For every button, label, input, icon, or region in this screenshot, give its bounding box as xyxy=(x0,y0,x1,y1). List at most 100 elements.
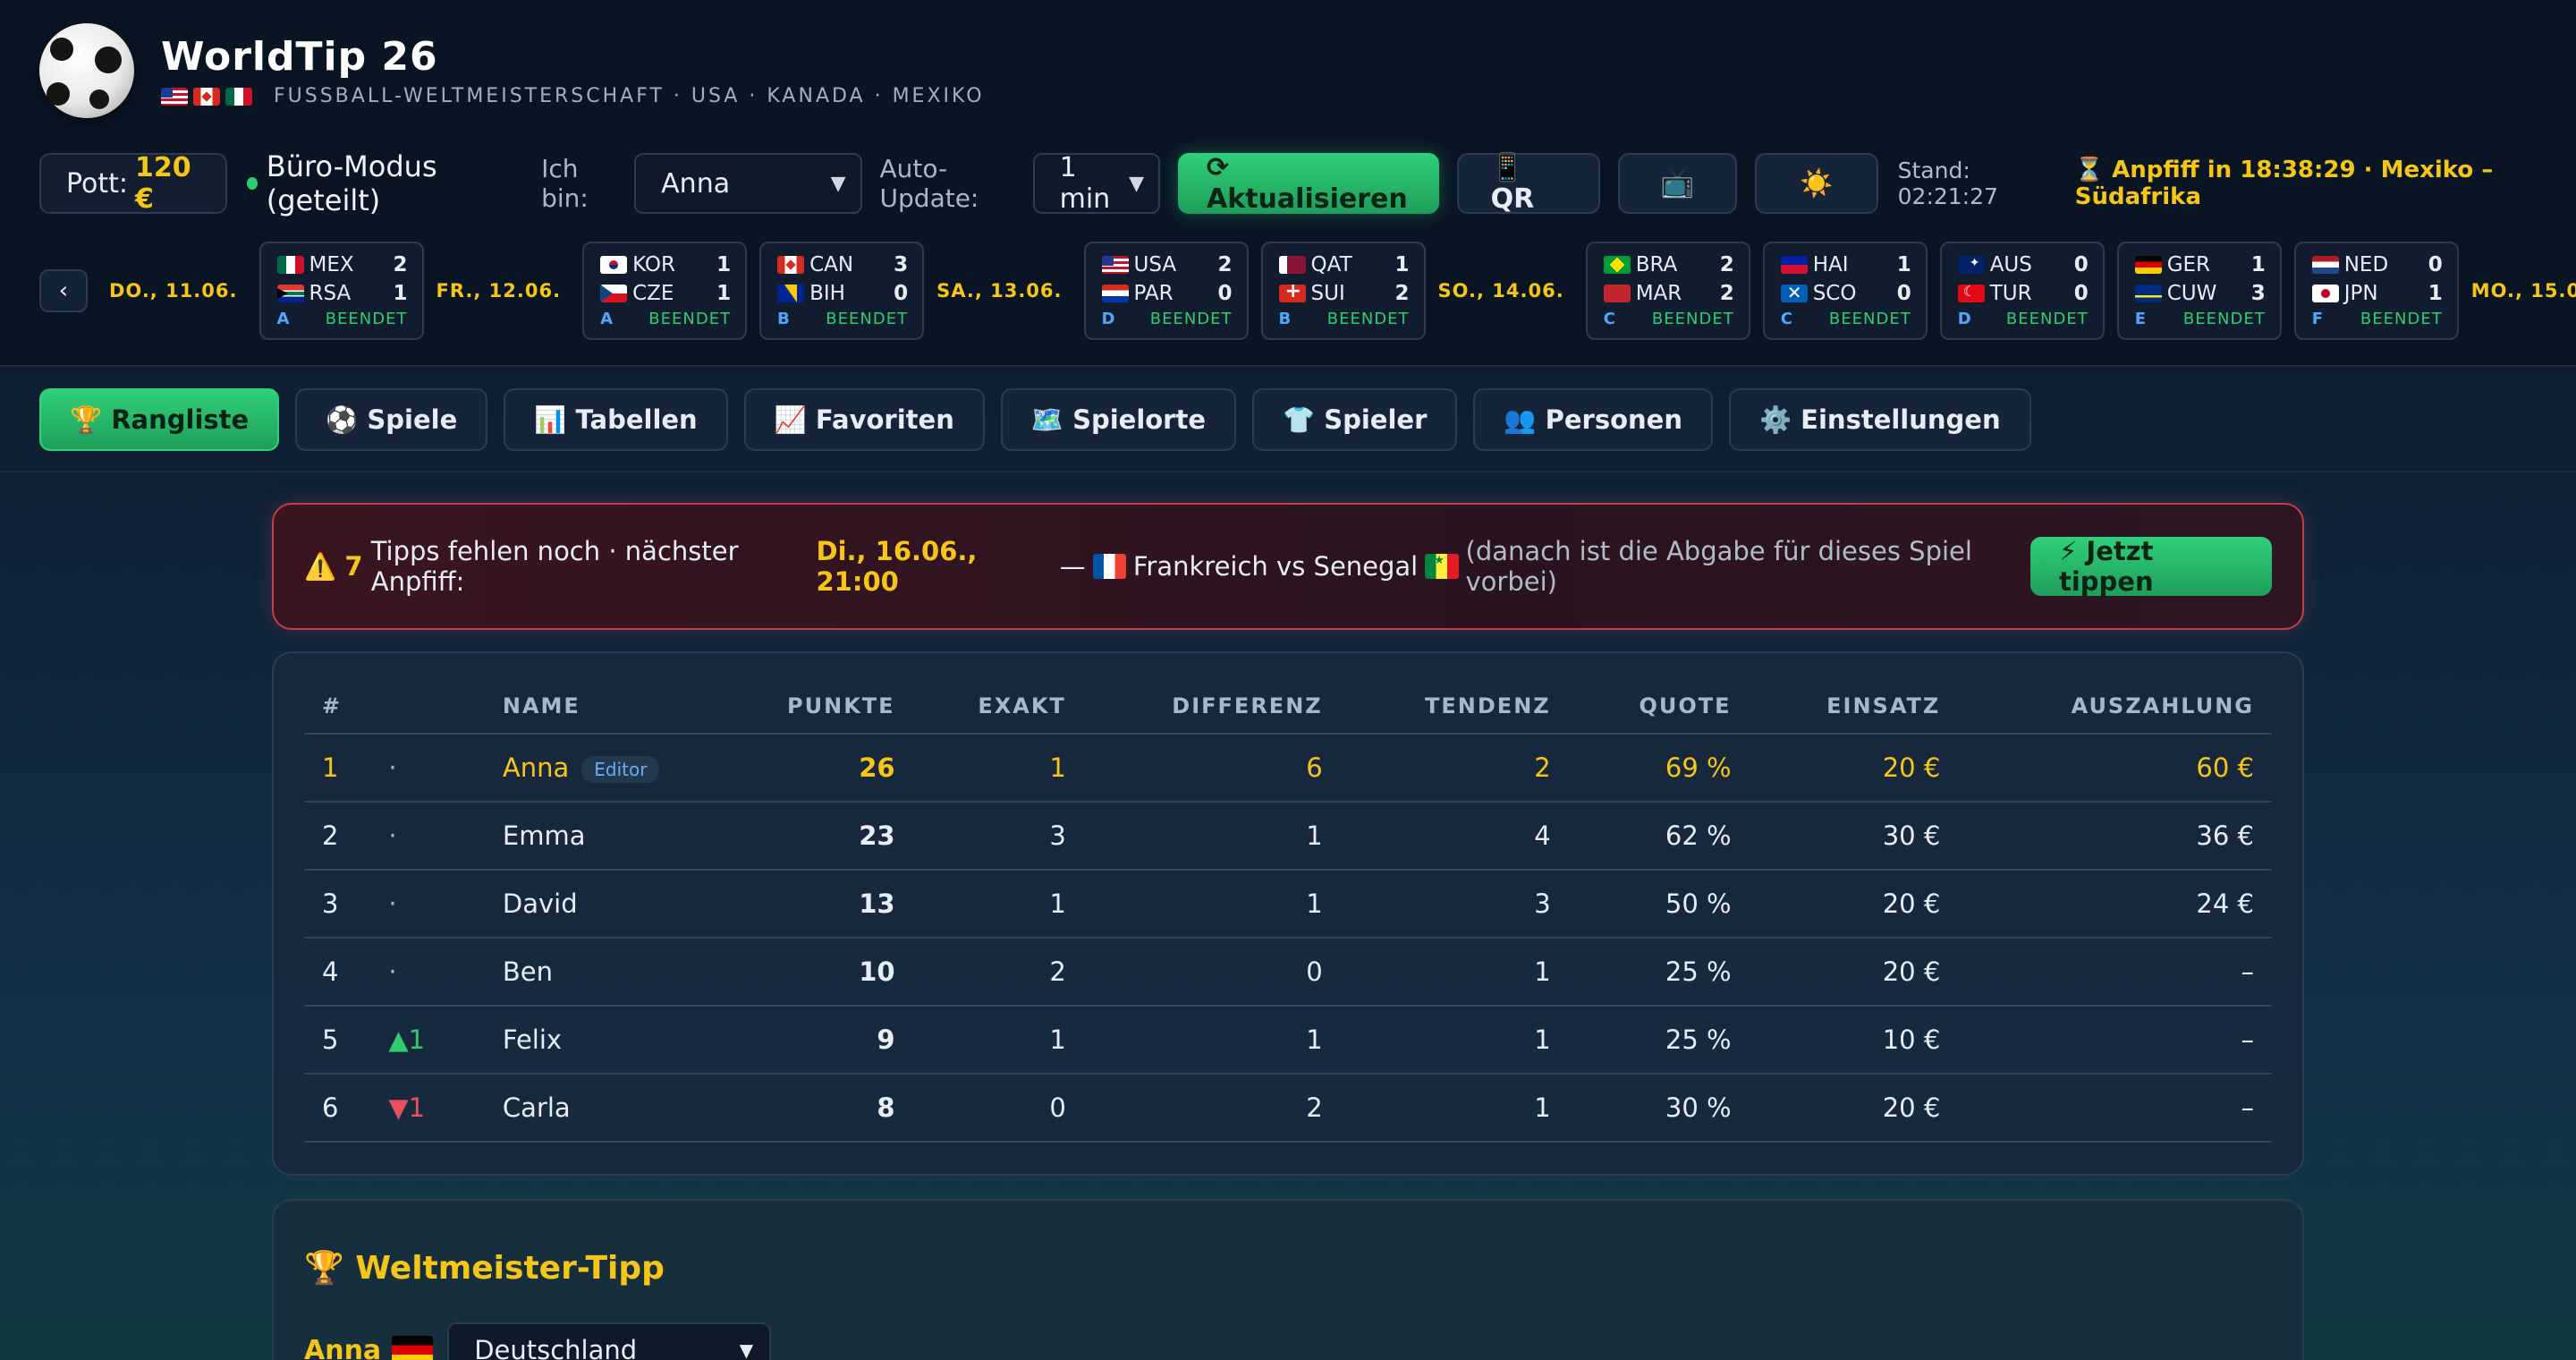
theme-toggle-button[interactable]: ☀️ xyxy=(1755,153,1878,214)
team-code: CAN xyxy=(809,253,854,276)
ticker-day-label: MO., 15.06. xyxy=(2470,280,2576,302)
tab-personen[interactable]: 👥 Personen xyxy=(1473,388,1713,451)
column-header: NAME xyxy=(484,678,760,735)
team-code: TUR xyxy=(1989,282,2032,305)
team-code: BIH xyxy=(809,282,845,305)
champion-tip-user: Anna xyxy=(304,1334,382,1360)
team-code: MEX xyxy=(309,253,354,276)
team-score: 2 xyxy=(1719,253,1734,276)
cell-quote: 50 % xyxy=(1568,870,1750,939)
table-row[interactable]: 4 · Ben 10 2 0 1 25 % 20 € – xyxy=(304,938,2272,1007)
cell-trend: · xyxy=(370,734,485,803)
us-flag-icon xyxy=(161,87,188,106)
main-tabs: 🏆 Rangliste ⚽ Spiele 📊 Tabellen 📈 Favoriten… xyxy=(39,388,2047,451)
tab-spielorte[interactable]: 🗺️ Spielorte xyxy=(1000,388,1237,451)
next-kickoff-time: Di., 16.06., 21:00 xyxy=(816,536,978,597)
ticker-day-label: SA., 13.06. xyxy=(936,280,1063,302)
table-row[interactable]: 2 · Emma 23 3 1 4 62 % 30 €36 € xyxy=(304,802,2272,871)
user-select[interactable]: Anna ▼ xyxy=(634,153,862,214)
cell-rank: 5 xyxy=(304,1006,371,1075)
tab-spiele[interactable]: ⚽ Spiele xyxy=(295,388,488,451)
table-row[interactable]: 6 ▼1 Carla 8 0 2 1 30 % 20 € – xyxy=(304,1074,2272,1143)
cell-trend: · xyxy=(370,802,485,871)
ticker-match-card[interactable]: QAT 1 SUI 2 B BEENDET xyxy=(1260,242,1426,340)
cell-auszahlung: – xyxy=(1958,1074,2272,1143)
champion-select[interactable]: Deutschland ▼ xyxy=(447,1322,772,1360)
cell-einsatz: 30 € xyxy=(1749,802,1959,871)
team-flag-icon xyxy=(1603,285,1631,302)
match-group: F xyxy=(2311,310,2323,328)
tab-favoriten[interactable]: 📈 Favoriten xyxy=(743,388,985,451)
ticker-match-card[interactable]: USA 2 PAR 0 D BEENDET xyxy=(1083,242,1249,340)
ticker-match-card[interactable]: AUS 0 TUR 0 D BEENDET xyxy=(1939,242,2105,340)
team-flag-icon xyxy=(600,285,628,302)
table-row[interactable]: 3 · David 13 1 1 3 50 % 20 €24 € xyxy=(304,870,2272,939)
match-status: BEENDET xyxy=(648,310,732,328)
team-code: KOR xyxy=(632,253,675,276)
cell-rank: 4 xyxy=(304,938,371,1007)
ich-bin-label: Ich bin: xyxy=(541,154,589,213)
next-away-team: Senegal xyxy=(1313,551,1419,582)
champion-tip-card: 🏆 Weltmeister-Tipp Anna Deutschland ▼ xyxy=(272,1199,2304,1360)
table-row[interactable]: 5 ▲1 Felix 9 1 1 1 25 % 10 € – xyxy=(304,1006,2272,1075)
ticker-prev-button[interactable]: ‹ xyxy=(39,269,88,312)
team-score: 1 xyxy=(2428,282,2443,305)
cell-auszahlung: – xyxy=(1958,1006,2272,1075)
cell-exakt: 0 xyxy=(912,1074,1084,1143)
match-group: C xyxy=(1780,310,1792,328)
match-group: B xyxy=(777,310,790,328)
match-status: BEENDET xyxy=(2360,310,2443,328)
tab-einstellungen[interactable]: ⚙️ Einstellungen xyxy=(1728,388,2031,451)
tab-rangliste[interactable]: 🏆 Rangliste xyxy=(39,388,280,451)
column-header: QUOTE xyxy=(1568,678,1750,735)
ticker-match-card[interactable]: CAN 3 BIH 0 B BEENDET xyxy=(759,242,925,340)
ticker-match-card[interactable]: NED 0 JPN 1 F BEENDET xyxy=(2293,242,2459,340)
leaderboard-card: # NAME PUNKTE EXAKT DIFFERENZ TENDENZ QUOTE EIN… xyxy=(272,651,2304,1176)
ticker-match-card[interactable]: GER 1 CUW 3 E BEENDET xyxy=(2116,242,2282,340)
online-status-icon xyxy=(246,177,258,190)
cell-differenz: 1 xyxy=(1083,802,1341,871)
match-status: BEENDET xyxy=(2005,310,2089,328)
team-flag-icon xyxy=(1278,256,1306,274)
app-title: WorldTip 26 xyxy=(161,34,438,80)
refresh-button[interactable]: ⟳ Aktualisieren xyxy=(1178,152,1439,215)
team-code: BRA xyxy=(1635,253,1678,276)
table-row[interactable]: 1 · Anna Editor 26 1 6 2 69 % 20 €60 € xyxy=(304,734,2272,803)
ticker-match-card[interactable]: HAI 1 SCO 0 C BEENDET xyxy=(1762,242,1928,340)
tv-mode-button[interactable]: 📺 xyxy=(1617,153,1738,214)
chevron-down-icon: ▼ xyxy=(739,1339,754,1360)
team-score: 1 xyxy=(1896,253,1911,276)
auto-update-select[interactable]: 1 min ▼ xyxy=(1032,152,1161,215)
team-code: MAR xyxy=(1635,282,1682,305)
ticker-match-card[interactable]: KOR 1 CZE 1 A BEENDET xyxy=(582,242,748,340)
team-score: 2 xyxy=(1719,282,1734,305)
tip-now-button[interactable]: ⚡ Jetzt tippen xyxy=(2029,536,2273,597)
senegal-flag-icon xyxy=(1425,554,1459,579)
cell-name: Carla xyxy=(484,1074,760,1143)
match-group: C xyxy=(1603,310,1615,328)
cell-tendenz: 3 xyxy=(1340,870,1569,939)
cell-punkte: 9 xyxy=(760,1006,913,1075)
team-code: SUI xyxy=(1310,282,1345,305)
cell-punkte: 26 xyxy=(760,734,913,803)
brand: WorldTip 26 FUSSBALL-WELTMEISTERSCHAFT ·… xyxy=(39,23,985,118)
cell-name: Anna Editor xyxy=(484,734,760,803)
cell-einsatz: 20 € xyxy=(1749,938,1959,1007)
team-score: 2 xyxy=(1217,253,1233,276)
toolbar: Pott: 120 € Büro-Modus (geteilt) Ich bin… xyxy=(39,149,2558,217)
team-code: JPN xyxy=(2343,282,2378,305)
cell-name: Ben xyxy=(484,938,760,1007)
team-code: PAR xyxy=(1133,282,1174,305)
cell-auszahlung: 24 € xyxy=(1958,870,2272,939)
deadline-note: (danach ist die Abgabe für dieses Spiel … xyxy=(1465,536,1972,597)
cell-einsatz: 20 € xyxy=(1749,734,1959,803)
ticker-match-card[interactable]: BRA 2 MAR 2 C BEENDET xyxy=(1585,242,1750,340)
tab-tabellen[interactable]: 📊 Tabellen xyxy=(504,388,728,451)
qr-button[interactable]: 📱 QR xyxy=(1456,152,1600,215)
last-update-timestamp: Stand: 02:21:27 xyxy=(1897,157,1998,209)
ticker-match-card[interactable]: MEX 2 RSA 1 A BEENDET xyxy=(258,242,424,340)
cell-differenz: 2 xyxy=(1083,1074,1341,1143)
mode-label: Büro-Modus (geteilt) xyxy=(266,149,437,217)
cell-differenz: 0 xyxy=(1083,938,1341,1007)
tab-spieler[interactable]: 👕 Spieler xyxy=(1252,388,1458,451)
